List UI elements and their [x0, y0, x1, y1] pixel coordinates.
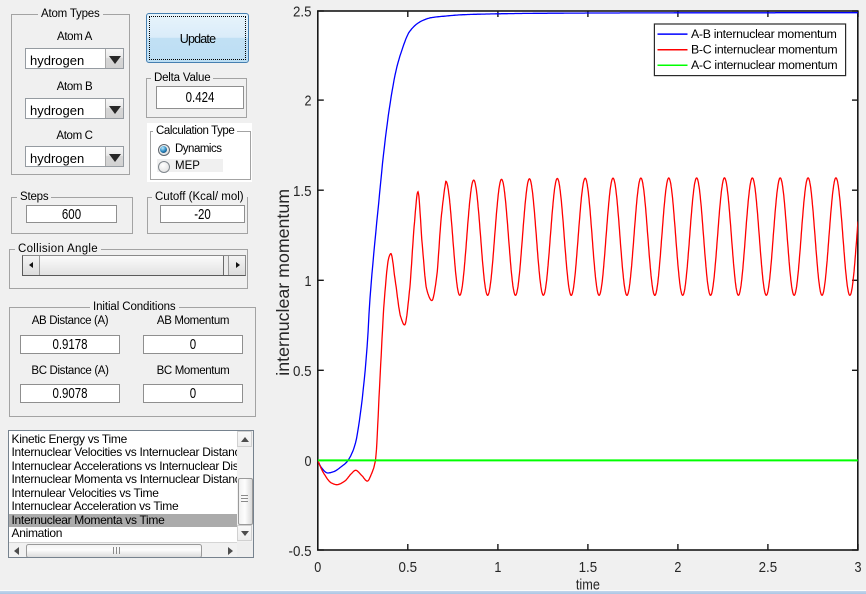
- svg-text:2: 2: [674, 559, 681, 576]
- svg-text:1.5: 1.5: [579, 559, 598, 576]
- svg-text:3: 3: [855, 559, 862, 576]
- svg-text:1: 1: [494, 559, 501, 576]
- svg-text:-0.5: -0.5: [289, 543, 312, 560]
- svg-text:A-B internuclear momentum: A-B internuclear momentum: [691, 27, 837, 41]
- svg-text:B-C internuclear momentum: B-C internuclear momentum: [691, 43, 837, 57]
- svg-text:2.5: 2.5: [759, 559, 778, 576]
- svg-text:2: 2: [305, 93, 312, 110]
- svg-text:1: 1: [305, 273, 312, 290]
- svg-text:0.5: 0.5: [293, 363, 312, 380]
- svg-text:internuclear momentum: internuclear momentum: [273, 189, 293, 376]
- svg-text:A-C internuclear momentum: A-C internuclear momentum: [691, 58, 837, 72]
- svg-text:1.5: 1.5: [293, 183, 312, 200]
- svg-text:0: 0: [305, 453, 312, 470]
- svg-text:2.5: 2.5: [293, 4, 312, 21]
- svg-text:0: 0: [314, 559, 321, 576]
- svg-text:0.5: 0.5: [399, 559, 418, 576]
